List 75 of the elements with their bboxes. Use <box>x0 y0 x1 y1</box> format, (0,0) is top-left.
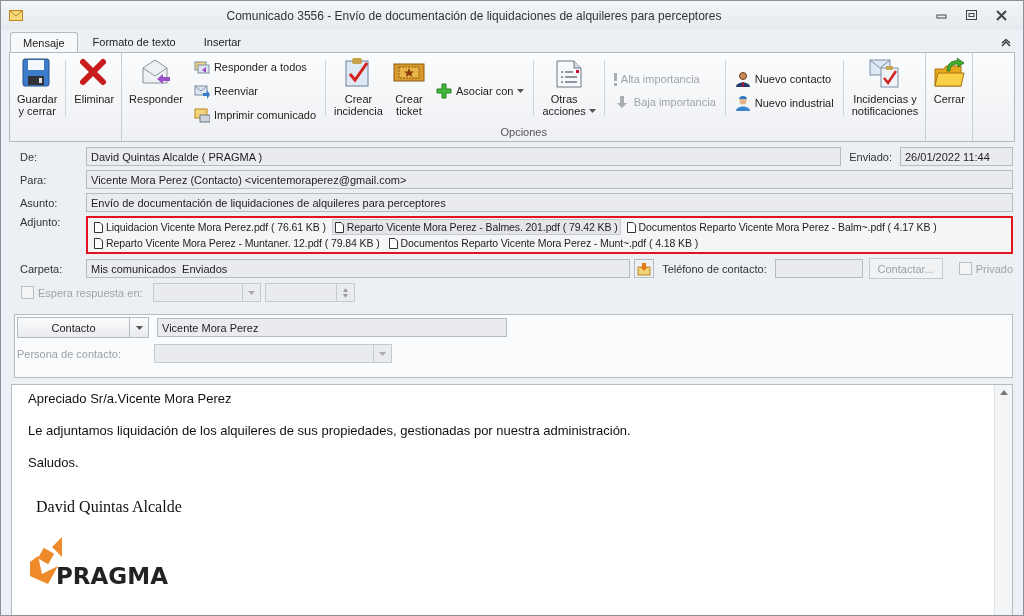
ribbon-button[interactable]: Otras acciones <box>537 56 601 126</box>
envelope-download-icon <box>637 261 652 276</box>
envelope-icon <box>9 10 23 21</box>
attachment-item[interactable]: Reparto Vicente Mora Perez - Balmes. 201.pdf ( 79.42 KB ) <box>331 219 621 235</box>
field-label: De: <box>19 150 39 163</box>
maximize-icon <box>964 9 978 22</box>
caret-icon <box>379 351 386 356</box>
text-field[interactable]: Envío de documentación de liquidaciones de alquileres para perceptores <box>86 193 1013 212</box>
ribbon-tab[interactable]: Formato de texto <box>79 31 189 52</box>
field-label: Adjunto: <box>19 216 62 228</box>
ribbon-button[interactable]: Guardar y cerrar <box>12 56 63 126</box>
caret-icon <box>247 290 255 295</box>
scrollbar[interactable] <box>994 385 1012 615</box>
envelopes-icon <box>193 59 210 75</box>
dropdown[interactable] <box>154 344 392 363</box>
attachment-item[interactable]: Documentos Reparto Vicente Mora Perez - Balm~.pdf ( 4.17 KB ) <box>623 219 940 235</box>
chevron-up-icon <box>1001 39 1011 47</box>
spin-field[interactable] <box>264 283 355 302</box>
text-field[interactable] <box>774 259 863 278</box>
spin-arrows-icon <box>342 287 348 298</box>
text-field[interactable]: David Quintas Alcalde ( PRAGMA ) <box>86 147 842 166</box>
document-icon <box>94 237 103 249</box>
dropdown[interactable] <box>152 283 261 302</box>
message-paragraph: Apreciado Sr/a.Vicente Mora Perez <box>28 391 233 406</box>
ribbon-button[interactable]: Imprimir comunicado <box>190 105 319 125</box>
ribbon-button[interactable]: Asociar con <box>432 81 528 101</box>
field-label: Asunto: <box>19 196 59 209</box>
field-label: Teléfono de contacto: <box>661 262 768 275</box>
text-field[interactable]: Vicente Mora Perez (Contacto) <vicentemoraperez@gmail.com> <box>86 170 1013 189</box>
envelope-clipboard-check-icon <box>869 57 901 89</box>
field-label: Persona de contacto: <box>17 347 122 360</box>
ribbon-button[interactable]: Cerrar <box>928 56 971 126</box>
ribbon-tab[interactable]: Insertar <box>190 31 255 52</box>
document-icon <box>388 237 398 249</box>
ribbon-tab[interactable]: Mensaje <box>10 32 78 53</box>
message-paragraph: Saludos. <box>28 455 80 470</box>
ribbon-button[interactable]: Responder <box>124 56 188 126</box>
ribbon-button[interactable]: Eliminar <box>69 56 120 126</box>
group-label: Opciones <box>499 126 548 140</box>
text-field[interactable]: Mis comunicados Enviados <box>86 259 631 278</box>
envelope-printer-icon <box>193 107 210 123</box>
message-paragraph: Le adjuntamos liquidación de los alquileres de sus propiedades, gestionadas por nuestra administración. <box>28 423 632 438</box>
attachment-item[interactable]: Documentos Reparto Vicente Mora Perez - Munt~.pdf ( 4.18 KB ) <box>385 235 702 251</box>
document-icon <box>334 221 344 233</box>
plus-icon <box>435 83 452 99</box>
document-icon <box>626 221 636 233</box>
text-field[interactable]: 26/01/2022 11:44 <box>900 147 1013 166</box>
contact-type-dropdown[interactable]: Contacto <box>17 317 149 338</box>
logo-text: PRAGMA <box>56 566 168 586</box>
caret-icon <box>135 325 143 330</box>
ribbon-button[interactable]: Reenviar <box>190 81 319 101</box>
ribbon-button[interactable]: Responder a todos <box>190 57 319 77</box>
field-label: Enviado: <box>848 150 893 163</box>
ribbon-button[interactable]: Nuevo industrial <box>731 93 837 113</box>
document-icon <box>94 221 103 233</box>
signature-name: David Quintas Alcalde <box>36 498 183 516</box>
folder-arrow-icon <box>933 57 966 89</box>
exclamation-icon <box>613 72 617 86</box>
ribbon-button[interactable]: Incidencias y notificaciones <box>846 56 924 126</box>
text-field[interactable]: Vicente Mora Perez <box>157 318 507 337</box>
worker-icon <box>734 95 751 111</box>
ribbon-button[interactable]: Nuevo contacto <box>731 69 837 89</box>
scroll-up-icon <box>999 390 1008 395</box>
folder-picker-button[interactable] <box>634 259 655 278</box>
person-icon <box>734 71 751 87</box>
attachment-item[interactable]: Liquidacion Vicente Mora Perez.pdf ( 76.61 KB ) <box>91 219 329 235</box>
close-icon <box>994 9 1008 22</box>
window-title: Comunicado 3556 - Envío de documentación de liquidaciones de alquileres para perceptores <box>225 8 723 23</box>
attachment-item[interactable]: Reparto Vicente Mora Perez - Muntaner. 12.pdf ( 79.84 KB ) <box>91 235 383 251</box>
ribbon-button[interactable]: Crear incidencia <box>329 56 388 126</box>
contact-type-label: Contacto <box>18 318 130 337</box>
field-label: Carpeta: <box>19 262 64 275</box>
ribbon-button[interactable]: Crear ticket <box>387 56 430 126</box>
field-label: Para: <box>19 173 48 186</box>
envelope-forward-icon <box>193 83 210 99</box>
